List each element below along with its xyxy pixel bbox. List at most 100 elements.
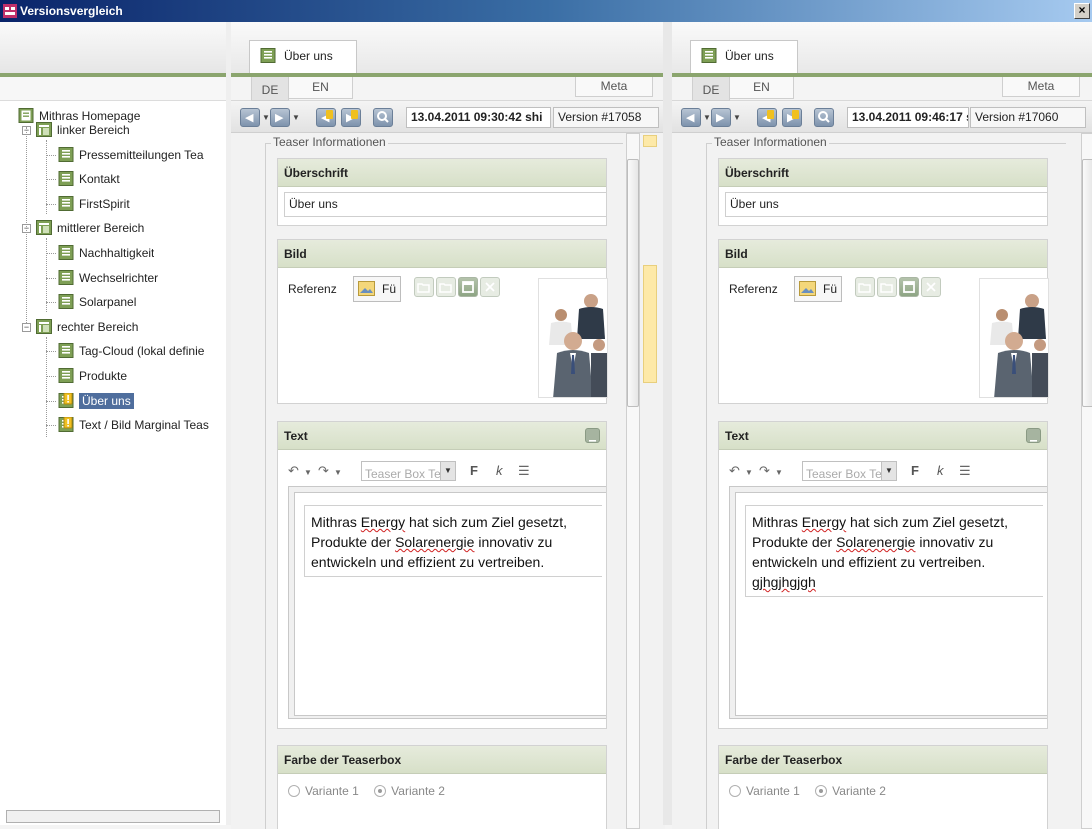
tree-section-0[interactable]: linker Bereich bbox=[36, 120, 130, 140]
lang-tab-en[interactable]: EN bbox=[730, 77, 794, 99]
people-photo-icon bbox=[980, 279, 1048, 397]
dropdown-arrow-icon[interactable]: ▼ bbox=[334, 468, 342, 477]
preview-button[interactable] bbox=[899, 277, 919, 297]
change-marker[interactable] bbox=[643, 265, 657, 383]
paragraph-style-select[interactable]: Teaser Box Text ▼ bbox=[802, 461, 897, 481]
tab-ueber-uns[interactable]: Über uns bbox=[249, 40, 357, 73]
first-version-button[interactable]: ◀ bbox=[240, 108, 260, 127]
next-version-button[interactable]: ▶ bbox=[270, 108, 290, 127]
rte-editor[interactable]: Mithras Energy hat sich zum Ziel gesetzt… bbox=[294, 492, 606, 716]
previous-change-button[interactable]: ◀ bbox=[316, 108, 336, 127]
dropdown-arrow-icon[interactable]: ▼ bbox=[733, 114, 741, 122]
vertical-scrollbar[interactable] bbox=[1078, 133, 1092, 829]
dropdown-arrow-icon[interactable]: ▼ bbox=[745, 468, 753, 477]
lang-tab-en[interactable]: EN bbox=[289, 77, 353, 99]
next-change-button[interactable]: ▶ bbox=[782, 108, 802, 127]
redo-icon[interactable]: ↷ bbox=[759, 463, 770, 479]
next-change-button[interactable]: ▶ bbox=[341, 108, 361, 127]
remove-button[interactable] bbox=[480, 277, 500, 297]
rte-text[interactable]: Mithras Energy hat sich zum Ziel gesetzt… bbox=[304, 505, 602, 577]
tree-item-2[interactable]: Kontakt bbox=[58, 169, 120, 189]
search-button[interactable] bbox=[814, 108, 834, 127]
ueberschrift-input[interactable]: Über uns bbox=[725, 192, 1047, 217]
dropdown-arrow-icon[interactable]: ▼ bbox=[262, 114, 270, 122]
dropdown-arrow-icon[interactable]: ▼ bbox=[775, 468, 783, 477]
referenz-label: Referenz bbox=[288, 282, 337, 296]
sidebar-horizontal-scrollbar[interactable] bbox=[6, 810, 220, 823]
search-button[interactable] bbox=[373, 108, 393, 127]
dropdown-arrow-icon[interactable]: ▼ bbox=[703, 114, 711, 122]
collapse-toggle-icon[interactable]: − bbox=[22, 322, 31, 332]
tree-item-5[interactable]: Nachhaltigkeit bbox=[58, 243, 154, 263]
tree-item-11[interactable]: Über uns bbox=[58, 391, 134, 411]
dropdown-arrow-icon[interactable]: ▼ bbox=[292, 114, 300, 122]
collapse-button[interactable] bbox=[585, 428, 600, 443]
radio-label: Variante 1 bbox=[305, 784, 359, 798]
referenz-field[interactable]: Fü bbox=[794, 276, 842, 302]
folder-arrow-icon bbox=[439, 283, 452, 293]
bullet-list-icon[interactable]: ☰ bbox=[518, 463, 530, 479]
dropdown-arrow-icon[interactable]: ▼ bbox=[304, 468, 312, 477]
section-ueberschrift: Überschrift Über uns bbox=[277, 158, 607, 226]
meta-tab[interactable]: Meta bbox=[575, 77, 653, 97]
collapse-button[interactable] bbox=[1026, 428, 1041, 443]
tree-item-7[interactable]: Solarpanel bbox=[58, 292, 136, 312]
site-icon bbox=[18, 108, 34, 123]
italic-button[interactable]: k bbox=[496, 463, 503, 478]
first-version-button[interactable]: ◀ bbox=[681, 108, 701, 127]
choose-image-button[interactable] bbox=[436, 277, 456, 297]
redo-icon[interactable]: ↷ bbox=[318, 463, 329, 479]
tree-item-6[interactable]: Wechselrichter bbox=[58, 268, 158, 288]
radio-variante-1[interactable] bbox=[729, 785, 741, 797]
paragraph-style-select[interactable]: Teaser Box Text ▼ bbox=[361, 461, 456, 481]
tree-connector bbox=[46, 302, 56, 304]
italic-button[interactable]: k bbox=[937, 463, 944, 478]
rte-editor[interactable]: Mithras Energy hat sich zum Ziel gesetzt… bbox=[735, 492, 1047, 716]
chevron-down-icon: ▼ bbox=[881, 462, 896, 480]
remove-button[interactable] bbox=[921, 277, 941, 297]
rte-text[interactable]: Mithras Energy hat sich zum Ziel gesetzt… bbox=[745, 505, 1043, 597]
tab-ueber-uns[interactable]: Über uns bbox=[690, 40, 798, 73]
undo-icon[interactable]: ↶ bbox=[729, 463, 740, 479]
tree-item-1[interactable]: Pressemitteilungen Tea bbox=[58, 145, 204, 165]
scroll-thumb[interactable] bbox=[627, 159, 639, 407]
folder-arrow-icon bbox=[880, 283, 893, 293]
change-marker[interactable] bbox=[643, 135, 657, 147]
close-button[interactable]: × bbox=[1074, 3, 1090, 19]
previous-change-button[interactable]: ◀ bbox=[757, 108, 777, 127]
tree-section-4[interactable]: mittlerer Bereich bbox=[36, 218, 144, 238]
lang-tab-de[interactable]: DE bbox=[692, 77, 730, 101]
open-folder-button[interactable] bbox=[855, 277, 875, 297]
tree-item-label: Kontakt bbox=[79, 172, 120, 187]
vertical-scrollbar[interactable] bbox=[623, 133, 640, 829]
radio-variante-1[interactable] bbox=[288, 785, 300, 797]
page-icon bbox=[58, 269, 74, 285]
undo-icon[interactable]: ↶ bbox=[288, 463, 299, 479]
next-version-button[interactable]: ▶ bbox=[711, 108, 731, 127]
bold-button[interactable]: F bbox=[911, 463, 919, 478]
added-text: gjhgjhgjgh bbox=[752, 574, 816, 590]
choose-image-button[interactable] bbox=[877, 277, 897, 297]
bold-button[interactable]: F bbox=[470, 463, 478, 478]
radio-variante-2[interactable] bbox=[815, 785, 828, 797]
panel-splitter[interactable] bbox=[663, 22, 672, 825]
tree-section-8[interactable]: rechter Bereich bbox=[36, 317, 138, 337]
scroll-thumb[interactable] bbox=[1082, 159, 1092, 407]
ueberschrift-input[interactable]: Über uns bbox=[284, 192, 606, 217]
open-folder-button[interactable] bbox=[414, 277, 434, 297]
meta-tab[interactable]: Meta bbox=[1002, 77, 1080, 97]
tab-label: Über uns bbox=[725, 49, 774, 63]
left-version-panel: Über uns DE EN Meta ◀ ▼ ▶ ▼ ◀ ▶ 13.04.20… bbox=[231, 22, 665, 829]
search-icon bbox=[377, 111, 389, 123]
tree-item-12[interactable]: Text / Bild Marginal Teas bbox=[58, 415, 209, 435]
tree-item-3[interactable]: FirstSpirit bbox=[58, 194, 130, 214]
bullet-list-icon[interactable]: ☰ bbox=[959, 463, 971, 479]
tree-item-9[interactable]: Tag-Cloud (lokal definie bbox=[58, 341, 204, 361]
section-header: Text bbox=[278, 422, 606, 450]
lang-tab-de[interactable]: DE bbox=[251, 77, 289, 101]
referenz-field[interactable]: Fü bbox=[353, 276, 401, 302]
preview-button[interactable] bbox=[458, 277, 478, 297]
tree-item-10[interactable]: Produkte bbox=[58, 366, 127, 386]
radio-variante-2[interactable] bbox=[374, 785, 387, 797]
radio-label: Variante 1 bbox=[746, 784, 800, 798]
